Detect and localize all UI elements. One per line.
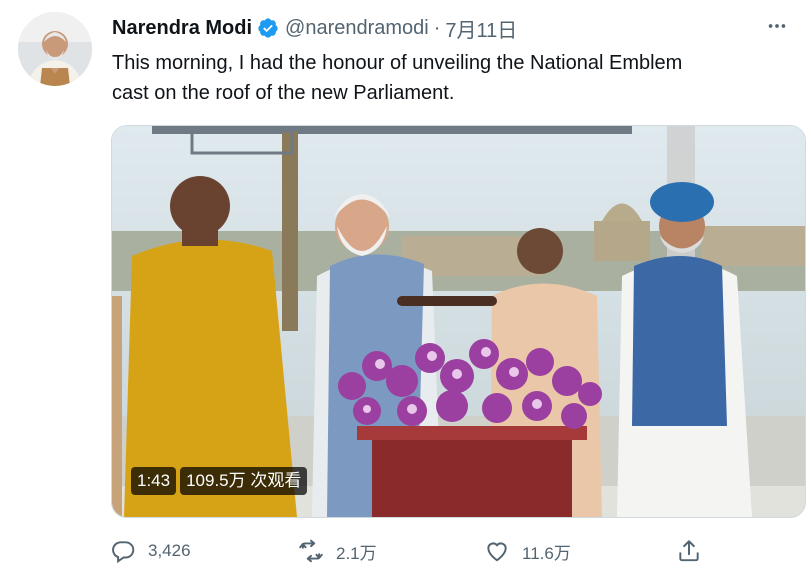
tweet-text: This morning, I had the honour of unveil… bbox=[112, 48, 802, 108]
tweet-text-line-1: This morning, I had the honour of unveil… bbox=[112, 52, 683, 74]
like-icon bbox=[487, 542, 507, 562]
avatar-image bbox=[18, 12, 92, 86]
video-info-badge: 1:43 109.5万 次观看 bbox=[131, 467, 308, 495]
reply-button[interactable]: 3,426 bbox=[110, 536, 191, 566]
tweet-text-line-2: cast on the roof of the new Parliament. bbox=[112, 82, 455, 104]
like-count: 11.6万 bbox=[522, 543, 571, 563]
retweet-count: 2.1万 bbox=[336, 543, 377, 563]
tweet-header: Narendra Modi @narendramodi · 7月11日 bbox=[112, 14, 791, 42]
video-player[interactable] bbox=[111, 125, 806, 518]
author-name[interactable]: Narendra Modi bbox=[112, 17, 252, 40]
video-thumbnail bbox=[112, 126, 805, 517]
separator-dot: · bbox=[433, 16, 441, 39]
video-view-count: 109.5万 次观看 bbox=[180, 467, 308, 495]
video-duration: 1:43 bbox=[131, 467, 177, 495]
share-button[interactable] bbox=[676, 536, 702, 566]
author-avatar[interactable] bbox=[18, 12, 92, 86]
verified-badge-icon bbox=[258, 18, 278, 38]
like-button[interactable]: 11.6万 bbox=[484, 536, 571, 566]
share-icon bbox=[679, 540, 699, 562]
reply-count: 3,426 bbox=[148, 541, 191, 560]
tweet-date[interactable]: 7月11日 bbox=[445, 14, 517, 43]
retweet-icon bbox=[299, 539, 323, 563]
retweet-button[interactable]: 2.1万 bbox=[298, 536, 377, 566]
more-options-icon[interactable] bbox=[765, 14, 789, 38]
author-handle[interactable]: @narendramodi bbox=[285, 17, 429, 40]
tweet-actions: 3,426 2.1万 11.6万 bbox=[110, 536, 710, 566]
reply-icon bbox=[112, 541, 135, 564]
